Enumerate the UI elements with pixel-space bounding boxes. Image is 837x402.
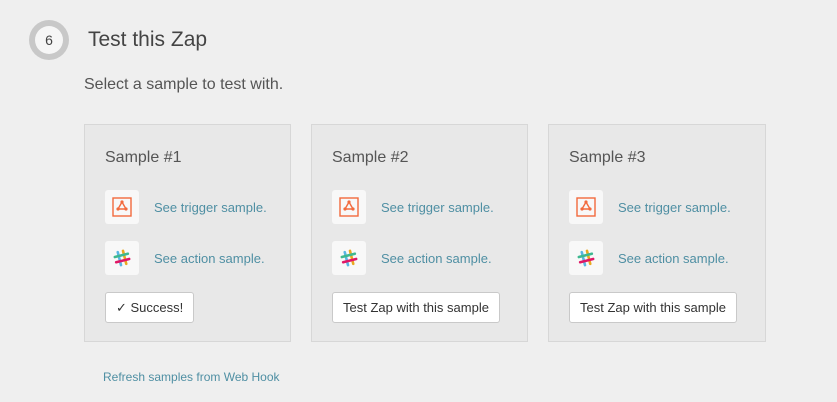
sample-title: Sample #1 <box>105 149 182 166</box>
see-action-sample-link[interactable]: See action sample. <box>154 251 265 266</box>
sample-title: Sample #3 <box>569 149 646 166</box>
sample-card-1: Sample #1 See trigger sample. See action… <box>84 124 291 342</box>
success-button[interactable]: ✓ Success! <box>105 292 195 323</box>
see-trigger-sample-link[interactable]: See trigger sample. <box>618 200 731 215</box>
step-number-badge: 6 <box>29 20 69 60</box>
see-trigger-sample-link[interactable]: See trigger sample. <box>154 200 267 215</box>
sample-card-3: Sample #3 See trigger sample. See action… <box>548 124 766 342</box>
trigger-row: See trigger sample. <box>332 189 494 225</box>
slack-icon <box>332 241 366 275</box>
slack-icon <box>569 241 603 275</box>
refresh-samples-link[interactable]: Refresh samples from Web Hook <box>103 370 280 384</box>
sample-title: Sample #2 <box>332 149 409 166</box>
step-number: 6 <box>35 26 63 54</box>
subtitle: Select a sample to test with. <box>84 76 284 93</box>
webhook-icon <box>569 190 603 224</box>
slack-icon <box>105 241 139 275</box>
action-row: See action sample. <box>332 240 492 276</box>
see-action-sample-link[interactable]: See action sample. <box>381 251 492 266</box>
webhook-icon <box>332 190 366 224</box>
test-zap-button[interactable]: Test Zap with this sample <box>569 292 737 323</box>
webhook-icon <box>105 190 139 224</box>
sample-card-2: Sample #2 See trigger sample. See action… <box>311 124 528 342</box>
action-row: See action sample. <box>569 240 729 276</box>
trigger-row: See trigger sample. <box>105 189 267 225</box>
see-action-sample-link[interactable]: See action sample. <box>618 251 729 266</box>
test-zap-button[interactable]: Test Zap with this sample <box>332 292 500 323</box>
step-title: Test this Zap <box>88 28 208 51</box>
action-row: See action sample. <box>105 240 265 276</box>
see-trigger-sample-link[interactable]: See trigger sample. <box>381 200 494 215</box>
trigger-row: See trigger sample. <box>569 189 731 225</box>
